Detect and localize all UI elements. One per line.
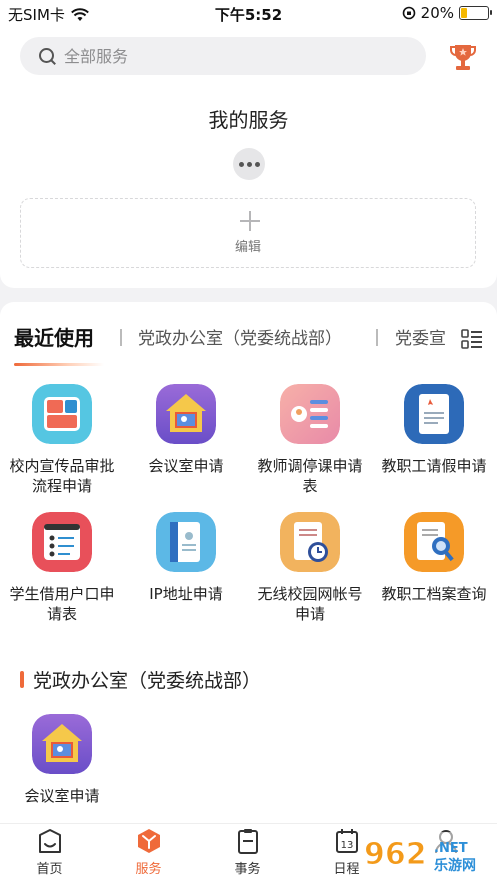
tab-recent[interactable]: 最近使用 — [14, 322, 94, 351]
battery-percent: 20% — [420, 4, 454, 22]
category-tabs: 最近使用 党政办公室（党委统战部） 党委宣 — [0, 324, 497, 358]
archive-query-icon — [404, 512, 464, 572]
tab-party-publicity[interactable]: 党委宣 — [395, 324, 451, 349]
more-dot — [246, 161, 252, 167]
service-label: 会议室申请 — [148, 457, 224, 475]
search-input[interactable] — [64, 46, 364, 66]
search-icon — [38, 47, 56, 65]
more-button[interactable] — [233, 148, 265, 180]
plus-icon — [240, 211, 260, 231]
active-tab-indicator — [14, 363, 104, 366]
search-bar[interactable] — [20, 37, 426, 75]
list-view-icon[interactable] — [461, 329, 483, 349]
edit-label: 编辑 — [234, 240, 261, 255]
home-icon — [39, 829, 61, 853]
service-label: 学生借用户口申请表 — [9, 585, 115, 623]
service-label: 教职工请假申请 — [381, 457, 487, 475]
wireless-account-icon — [280, 512, 340, 572]
my-services-card: 我的服务 编辑 — [0, 30, 497, 288]
nav-label: 首页 — [36, 862, 63, 877]
my-services-title: 我的服务 — [208, 108, 289, 132]
status-bar: 无SIM卡 下午5:52 20% — [0, 0, 497, 30]
service-icon — [138, 829, 160, 853]
clipboard-icon — [238, 829, 258, 854]
schedule-adjust-icon — [280, 384, 340, 444]
svg-text:962: 962 — [364, 837, 427, 872]
service-label: 会议室申请 — [24, 787, 100, 805]
section-title: 党政办公室（党委统战部） — [33, 670, 262, 692]
svg-text:乐游网: 乐游网 — [434, 857, 476, 874]
battery-icon — [459, 6, 492, 20]
service-label: 教职工档案查询 — [381, 585, 487, 603]
nav-label: 事务 — [234, 862, 261, 877]
meeting-room-icon — [156, 384, 216, 444]
service-label: 教师调停课申请表 — [257, 457, 363, 495]
meeting-room-icon — [32, 714, 92, 774]
edit-services-button[interactable]: 编辑 — [20, 198, 476, 268]
trophy-icon[interactable] — [450, 43, 476, 73]
tab-party-office[interactable]: 党政办公室（党委统战部） — [138, 324, 342, 349]
publicity-icon — [32, 384, 92, 444]
more-dot — [238, 161, 244, 167]
service-label: 无线校园网帐号申请 — [257, 585, 363, 623]
service-label: 校内宣传品审批流程申请 — [9, 457, 115, 495]
ip-address-icon — [156, 512, 216, 572]
watermark-logo: 962 .NET 乐游网 — [360, 832, 492, 874]
section-accent-bar — [20, 671, 24, 688]
tab-divider — [376, 329, 378, 346]
services-card: 最近使用 党政办公室（党委统战部） 党委宣 校内宣传品审批流程申请 会议室申请 … — [0, 302, 497, 883]
tab-divider — [120, 329, 122, 346]
orientation-lock-icon — [402, 6, 415, 20]
calendar-icon: 13 — [336, 829, 358, 853]
svg-text:.NET: .NET — [434, 841, 468, 856]
svg-text:13: 13 — [341, 840, 354, 851]
service-label: IP地址申请 — [149, 585, 223, 603]
more-dot — [254, 161, 260, 167]
section-header: 党政办公室（党委统战部） — [20, 666, 261, 693]
household-register-icon — [32, 512, 92, 572]
nav-label: 服务 — [135, 862, 162, 877]
leave-request-icon — [404, 384, 464, 444]
